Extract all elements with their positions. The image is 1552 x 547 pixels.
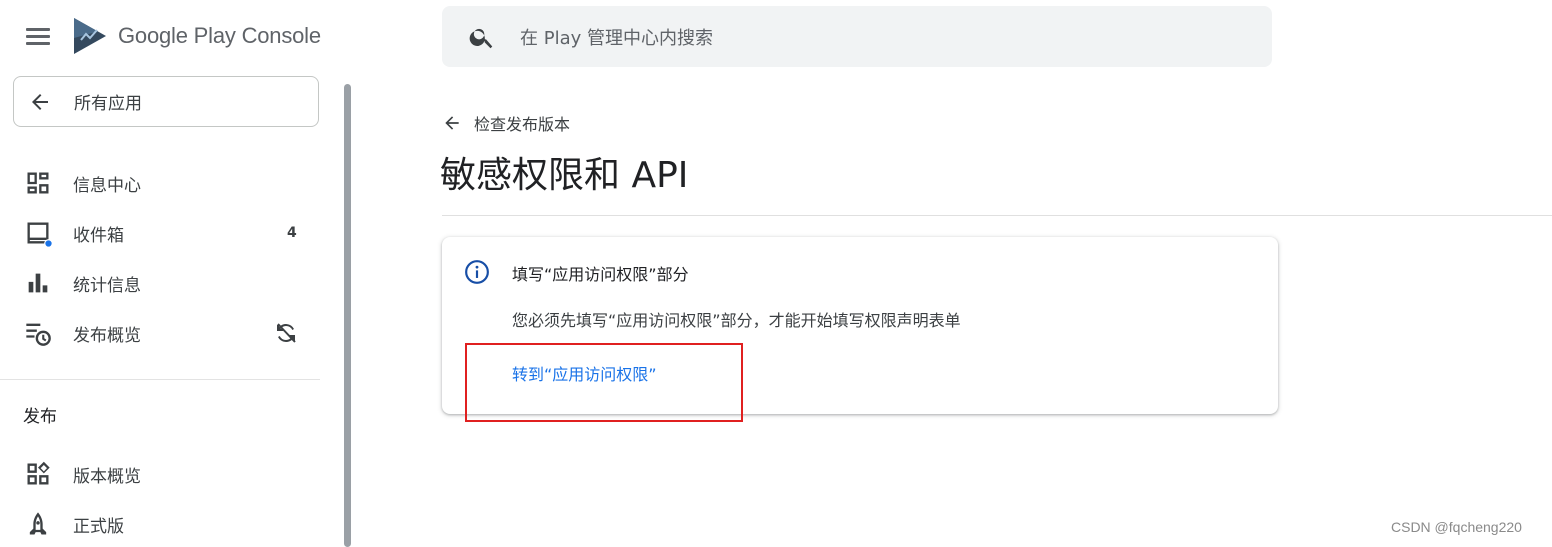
back-link-label: 检查发布版本 — [474, 115, 571, 134]
sidebar-scrollbar[interactable] — [344, 84, 351, 547]
inbox-icon — [27, 222, 52, 247]
sidebar-item-inbox[interactable]: 收件箱 4 — [0, 213, 320, 253]
card-body-text: 您必须先填写“应用访问权限”部分，才能开始填写权限声明表单 — [512, 311, 961, 330]
sidebar-item-label: 正式版 — [73, 516, 124, 537]
play-console-logo[interactable]: Google Play Console — [72, 14, 321, 58]
sidebar-item-dashboard[interactable]: 信息中心 — [0, 163, 320, 203]
sidebar-section-title: 发布 — [23, 407, 57, 427]
search-icon[interactable] — [468, 23, 496, 51]
info-card: 填写“应用访问权限”部分 您必须先填写“应用访问权限”部分，才能开始填写权限声明… — [442, 237, 1278, 414]
sidebar-item-label: 统计信息 — [73, 275, 141, 296]
page-title: 敏感权限和 API — [440, 155, 689, 196]
arrow-back-icon — [32, 93, 48, 110]
dashboard-icon — [27, 172, 49, 194]
title-divider — [442, 215, 1552, 216]
all-apps-button[interactable]: 所有应用 — [13, 76, 319, 127]
publishing-overview-icon — [26, 323, 51, 346]
sync-disabled-icon — [277, 323, 296, 343]
sidebar-item-production[interactable]: 正式版 — [0, 504, 320, 544]
production-icon — [29, 512, 47, 535]
watermark: CSDN @fqcheng220 — [1391, 519, 1522, 535]
sidebar-item-label: 信息中心 — [73, 175, 141, 196]
card-title: 填写“应用访问权限”部分 — [512, 265, 689, 284]
sidebar-divider — [0, 379, 320, 380]
sidebar-item-label: 版本概览 — [73, 466, 141, 487]
sidebar-item-release-overview[interactable]: 版本概览 — [0, 454, 320, 494]
sidebar-item-label: 发布概览 — [73, 325, 141, 346]
sidebar-item-publishing-overview[interactable]: 发布概览 — [0, 313, 320, 353]
release-overview-icon — [27, 461, 50, 485]
app-logo-text: Google Play Console — [118, 23, 321, 48]
all-apps-label: 所有应用 — [74, 94, 142, 114]
back-to-review-release-link[interactable]: 检查发布版本 — [442, 110, 570, 136]
bar-chart-icon — [28, 273, 48, 293]
sidebar-item-label: 收件箱 — [73, 225, 124, 246]
search-bar[interactable] — [442, 6, 1272, 67]
go-to-app-access-link[interactable]: 转到“应用访问权限” — [512, 361, 657, 385]
search-input[interactable] — [518, 20, 1242, 56]
sidebar-item-statistics[interactable]: 统计信息 — [0, 263, 320, 303]
main-menu-button[interactable] — [24, 24, 52, 48]
info-icon — [465, 260, 489, 284]
arrow-back-icon — [445, 116, 459, 130]
inbox-count-badge: 4 — [287, 225, 297, 241]
play-console-logo-icon — [74, 18, 106, 54]
